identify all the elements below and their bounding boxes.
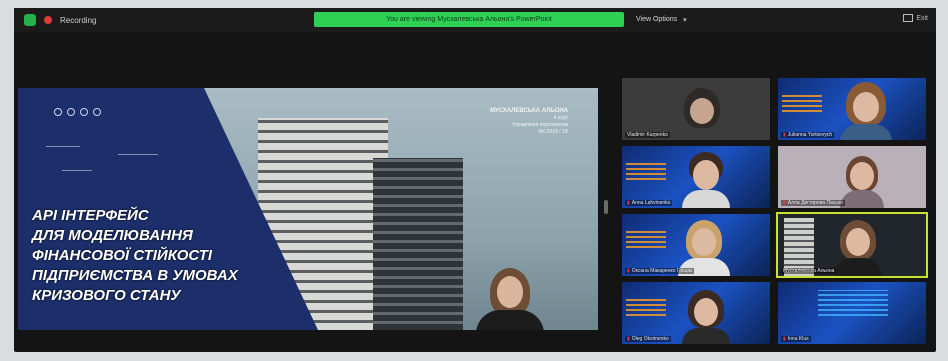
author-group: ФК-2018 / 1Б	[538, 129, 568, 135]
mic-muted-icon: ▮	[783, 336, 786, 342]
shared-slide: API ІНТЕРФЕЙС ДЛЯ МОДЕЛЮВАННЯ ФІНАНСОВОЇ…	[18, 88, 598, 330]
participant-tile[interactable]: ▮ Оксана Макаренко Гріщак	[622, 214, 770, 276]
chevron-down-icon: ▾	[683, 16, 687, 24]
slide-title-line: ДЛЯ МОДЕЛЮВАННЯ	[32, 227, 193, 244]
participant-video	[676, 150, 736, 208]
recording-indicator: Recording	[24, 14, 96, 26]
conference-logo-icon	[626, 228, 666, 248]
slide-title-line: API ІНТЕРФЕЙС	[32, 207, 149, 224]
meeting-frame: Recording You are viewing Мусхалевська А…	[14, 8, 936, 352]
participant-body	[840, 190, 884, 208]
participant-face	[853, 92, 879, 122]
top-toolbar: Recording You are viewing Мусхалевська А…	[14, 8, 936, 32]
participant-name-tag: ▮ Oleg Oksimenko	[625, 336, 671, 342]
participant-name: Anna Lahvinenko	[631, 200, 671, 206]
view-options-label: View Options	[636, 16, 678, 23]
participant-tile[interactable]: ▮ Oleg Oksimenko	[622, 282, 770, 344]
conference-logo-icon	[782, 92, 822, 112]
slide-title: API ІНТЕРФЕЙС ДЛЯ МОДЕЛЮВАННЯ ФІНАНСОВОЇ…	[32, 206, 362, 306]
participant-name: Julianna Yurtsevych	[787, 132, 833, 138]
mic-muted-icon: ▮	[627, 336, 630, 342]
participant-video	[672, 84, 732, 140]
dot-icon	[67, 108, 75, 116]
exit-label: Exit	[916, 14, 928, 22]
participant-body	[840, 124, 892, 140]
dot-icon	[54, 108, 62, 116]
participant-video	[828, 218, 888, 276]
conference-logo-icon	[626, 296, 666, 316]
participant-face	[692, 228, 716, 256]
conference-logo-icon	[626, 160, 666, 180]
slide-title-line: ФІНАНСОВОЇ СТІЙКОСТІ	[32, 247, 212, 264]
slide-divider	[46, 146, 80, 147]
participant-tile[interactable]: ▮ Anna Lahvinenko	[622, 146, 770, 208]
participant-body	[834, 258, 882, 276]
participant-face	[850, 162, 874, 190]
slide-dots-decoration	[54, 108, 101, 116]
participant-face	[846, 228, 870, 256]
participant-tile[interactable]: Vladimir Karpenko	[622, 78, 770, 140]
participant-tile[interactable]: ▮ Алла Дигтярева Пасько	[778, 146, 926, 208]
slide-divider	[118, 154, 158, 155]
participant-tile[interactable]: ▮ Julianna Yurtsevych	[778, 78, 926, 140]
author-specialty: Управління персоналом	[512, 122, 568, 128]
author-name: МУСХАЛЕВСЬКА АЛЬОНА	[489, 108, 568, 114]
mic-muted-icon: ▮	[627, 268, 630, 274]
participant-name-tag: ▮ Anna Lahvinenko	[625, 200, 673, 206]
fullscreen-icon	[903, 14, 914, 22]
participant-face	[690, 98, 714, 124]
record-dot-icon	[44, 16, 52, 24]
participant-name-tag: Мусхалевська Альона	[781, 268, 837, 274]
participant-name: Оксана Макаренко Гріщак	[631, 268, 693, 274]
slide-building-right	[373, 158, 463, 330]
mic-muted-icon: ▮	[783, 200, 786, 206]
slide-author-block: МУСХАЛЕВСЬКА АЛЬОНА 4 курс Управління пе…	[418, 108, 568, 136]
participant-name: Мусхалевська Альона	[783, 268, 835, 274]
presenter-video-overlay	[470, 266, 550, 330]
participant-name: Алла Дигтярева Пасько	[787, 200, 843, 206]
participant-name-tag: ▮ Оксана Макаренко Гріщак	[625, 268, 695, 274]
participant-tile-active-speaker[interactable]: Мусхалевська Альона	[778, 214, 926, 276]
participant-body	[682, 328, 730, 344]
dot-icon	[93, 108, 101, 116]
presenter-face	[497, 276, 523, 308]
participant-face	[693, 160, 719, 190]
slide-divider	[62, 170, 92, 171]
dot-icon	[80, 108, 88, 116]
screen-share-banner: You are viewing Мусхалевська Альона's Po…	[314, 12, 624, 27]
participant-name: Vladimir Karpenko	[627, 132, 668, 138]
view-options-button[interactable]: View Options ▾	[636, 12, 687, 27]
splitter-handle[interactable]	[604, 200, 608, 214]
mic-muted-icon: ▮	[783, 132, 786, 138]
recording-label: Recording	[60, 15, 97, 25]
participant-face	[694, 298, 718, 326]
mic-muted-icon: ▮	[627, 200, 630, 206]
presenter-body	[476, 310, 544, 330]
participant-name-tag: Vladimir Karpenko	[625, 132, 670, 138]
participant-name-tag: ▮ Julianna Yurtsevych	[781, 132, 835, 138]
participant-gallery: Vladimir Karpenko ▮Julianna Yurtsevych	[622, 78, 932, 348]
participant-name: Oleg Oksimenko	[631, 336, 669, 342]
participant-video	[834, 80, 898, 140]
participant-tile[interactable]: ▮ Inna Klus	[778, 282, 926, 344]
participant-video	[676, 288, 736, 344]
exit-fullscreen-button[interactable]: Exit	[903, 14, 928, 22]
participant-body	[682, 190, 730, 208]
slide-title-line: ПІДПРИЄМСТВА В УМОВАХ	[32, 267, 238, 284]
conference-logo-icon	[818, 290, 888, 316]
participant-name-tag: ▮ Inna Klus	[781, 336, 811, 342]
zoom-window: Recording You are viewing Мусхалевська А…	[0, 0, 948, 361]
security-shield-icon[interactable]	[24, 14, 36, 26]
participant-name-tag: ▮ Алла Дигтярева Пасько	[781, 200, 845, 206]
slide-title-line: КРИЗОВОГО СТАНУ	[32, 287, 181, 304]
participant-name: Inna Klus	[787, 336, 809, 342]
author-course: 4 курс	[553, 115, 568, 121]
